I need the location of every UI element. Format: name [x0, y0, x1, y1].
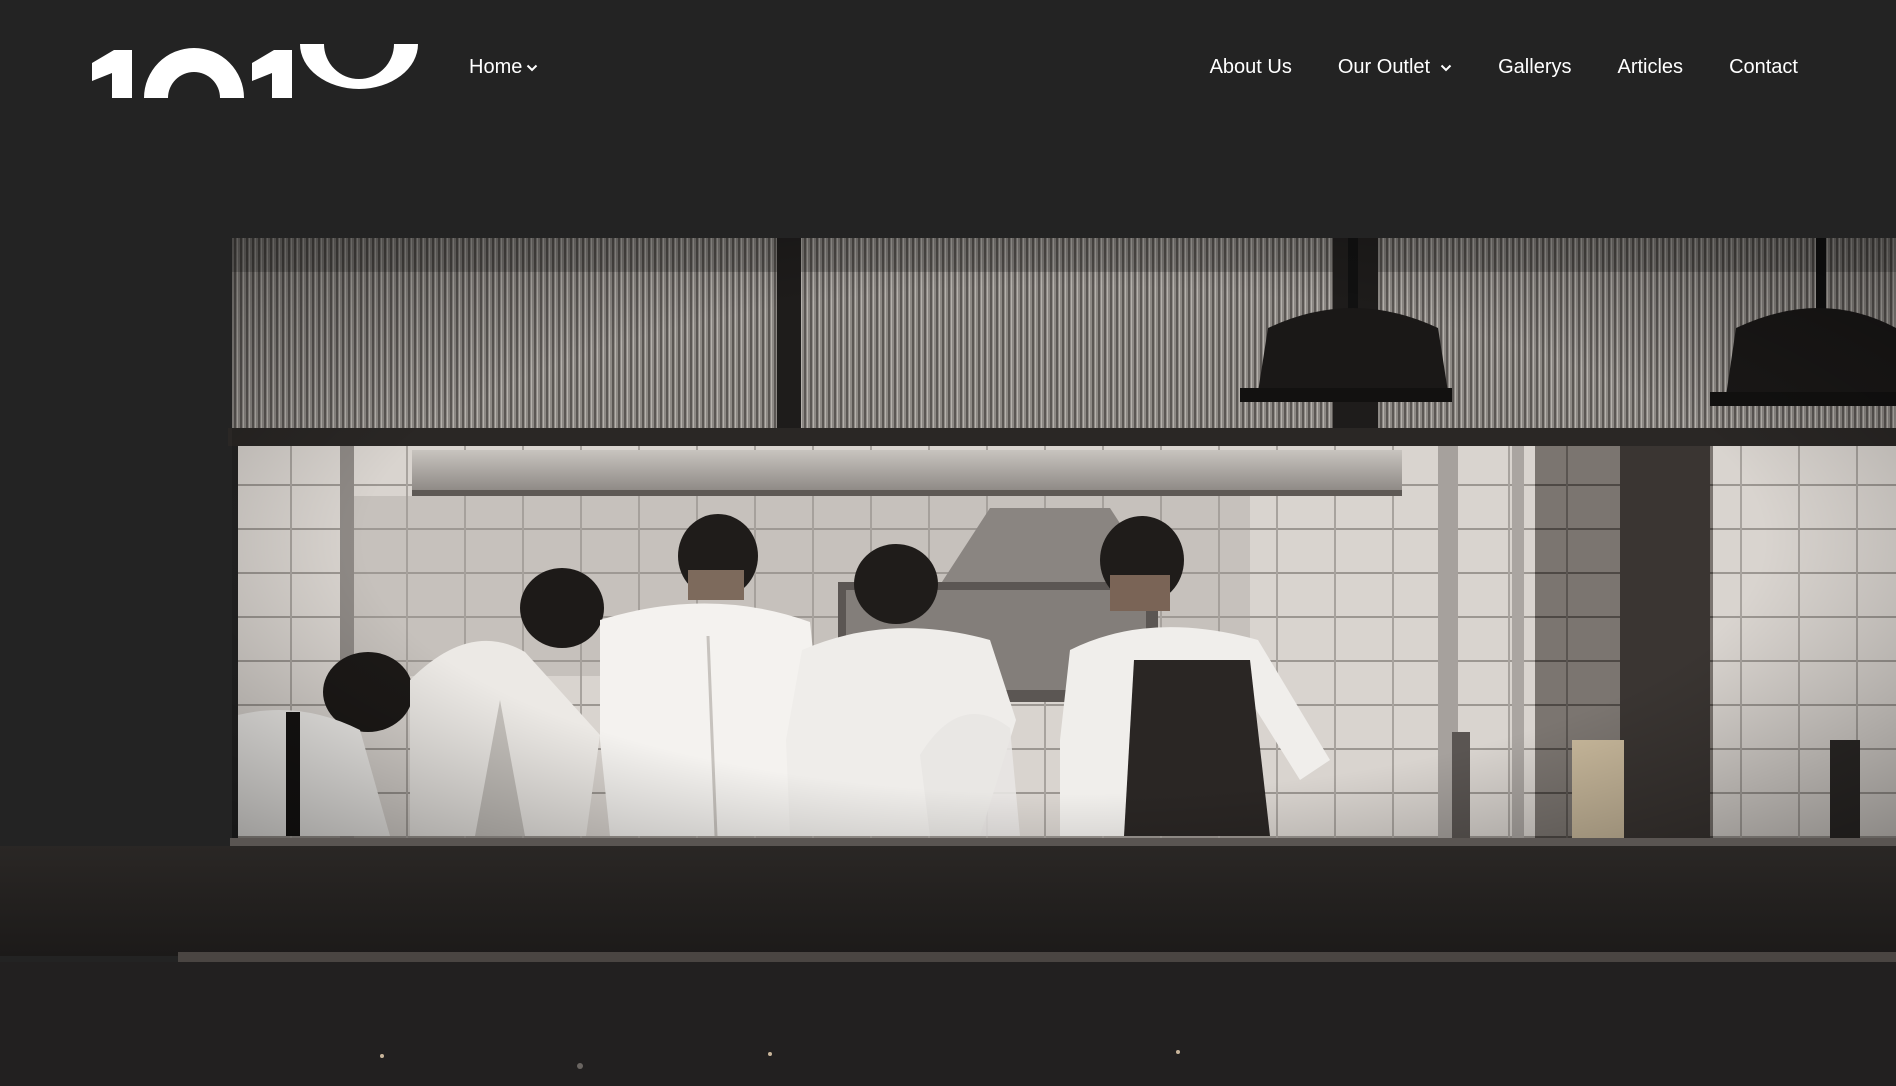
nav-contact-label: Contact [1729, 56, 1798, 78]
nav-about-us[interactable]: About Us [1210, 56, 1292, 79]
brand-logo[interactable] [92, 36, 442, 98]
chevron-down-icon [1440, 64, 1452, 71]
nav-home[interactable]: Home [469, 56, 538, 79]
nav-about-us-label: About Us [1209, 56, 1292, 78]
nav-gallerys-label: Gallerys [1498, 56, 1572, 78]
nav-our-outlet-label: Our Outlet [1337, 56, 1431, 78]
nav-contact[interactable]: Contact [1729, 56, 1798, 79]
nav-our-outlet[interactable]: Our Outlet [1338, 56, 1452, 79]
nav-home-label: Home [469, 56, 523, 78]
nav-articles-label: Articles [1617, 56, 1684, 78]
site-header: Home About Us Our Outlet Gallerys Articl… [0, 0, 1896, 140]
kitchen-scene-illustration [0, 238, 1896, 1086]
nav-gallerys[interactable]: Gallerys [1498, 56, 1571, 79]
main-navigation: About Us Our Outlet Gallerys Articles Co… [1210, 56, 1798, 79]
hero-image [0, 0, 1896, 1086]
logo-mark [92, 44, 418, 98]
nav-articles[interactable]: Articles [1617, 56, 1683, 79]
chevron-down-icon [527, 64, 538, 71]
